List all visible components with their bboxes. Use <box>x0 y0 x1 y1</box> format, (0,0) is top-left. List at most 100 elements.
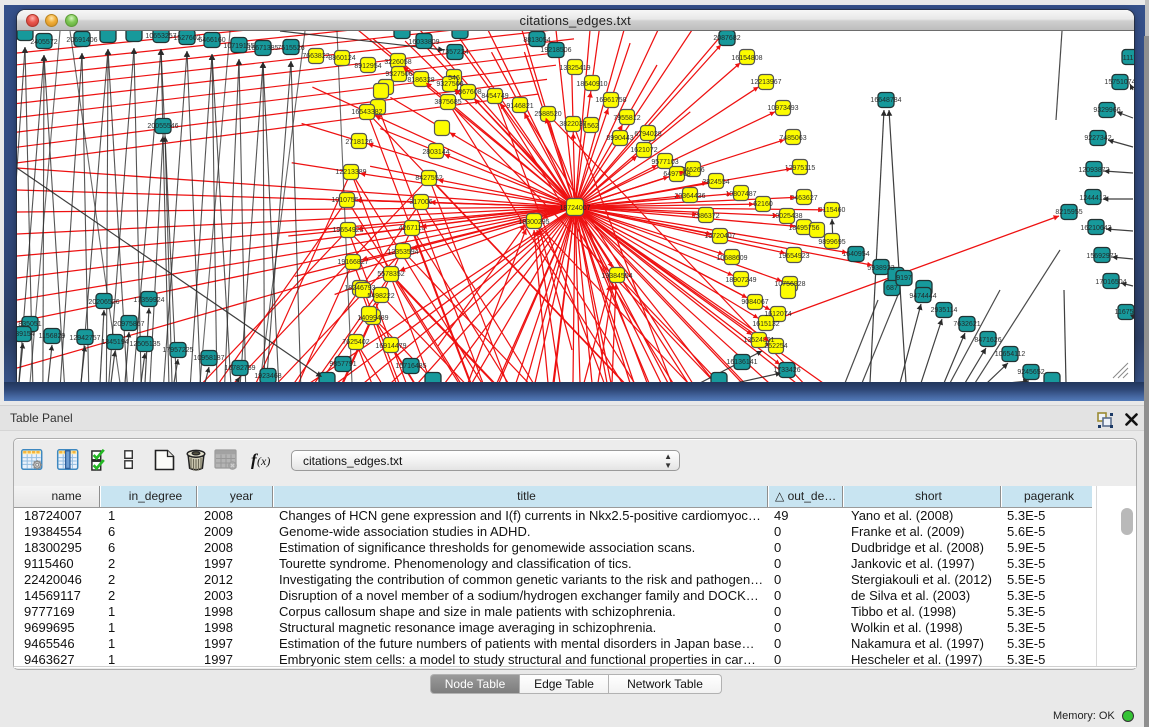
svg-text:18300295: 18300295 <box>518 219 549 226</box>
svg-text:14099489: 14099489 <box>357 315 388 322</box>
svg-text:7485063: 7485063 <box>779 135 806 142</box>
svg-text:1621072: 1621072 <box>630 147 657 154</box>
svg-text:2405572: 2405572 <box>30 39 57 46</box>
svg-text:9899695: 9899695 <box>818 239 845 246</box>
svg-text:18724007: 18724007 <box>559 205 590 212</box>
svg-text:10654112: 10654112 <box>994 351 1025 358</box>
svg-text:6466160: 6466160 <box>198 37 225 44</box>
svg-text:2087682: 2087682 <box>713 35 740 42</box>
svg-text:1923468: 1923468 <box>254 373 281 380</box>
svg-text:10025438: 10025438 <box>771 213 802 220</box>
svg-text:19218506: 19218506 <box>540 47 571 54</box>
svg-text:12213967: 12213967 <box>750 79 781 86</box>
svg-text:19654923: 19654923 <box>778 253 809 260</box>
svg-text:10958187: 10958187 <box>193 355 224 362</box>
svg-text:13325419: 13325419 <box>559 65 590 72</box>
svg-text:17016504: 17016504 <box>1095 279 1126 286</box>
svg-text:252254: 252254 <box>764 343 787 350</box>
svg-text:9115460: 9115460 <box>818 207 845 214</box>
svg-text:16033809: 16033809 <box>408 39 439 46</box>
svg-text:12213389: 12213389 <box>335 169 366 176</box>
svg-text:7625402: 7625402 <box>342 339 369 346</box>
svg-text:317006: 317006 <box>409 199 432 206</box>
svg-text:7632621: 7632621 <box>953 321 980 328</box>
svg-text:1615132: 1615132 <box>752 321 779 328</box>
svg-text:1612074: 1612074 <box>764 311 791 318</box>
svg-text:6794028: 6794028 <box>634 131 661 138</box>
svg-text:17359924: 17359924 <box>133 297 164 304</box>
svg-text:939154: 939154 <box>17 331 35 338</box>
svg-text:16782759: 16782759 <box>224 365 255 372</box>
svg-text:8427552: 8427552 <box>415 175 442 182</box>
svg-text:16961758: 16961758 <box>595 97 626 104</box>
svg-text:4267110: 4267110 <box>398 225 425 232</box>
svg-text:15692971: 15692971 <box>1086 253 1117 260</box>
svg-text:1562: 1562 <box>583 123 599 130</box>
svg-text:(x): (x) <box>257 454 270 468</box>
svg-text:2718126: 2718126 <box>345 139 372 146</box>
svg-text:8990443: 8990443 <box>606 135 633 142</box>
svg-text:16136141: 16136141 <box>726 359 757 366</box>
svg-text:19384554: 19384554 <box>601 273 632 280</box>
svg-text:3226058: 3226058 <box>384 59 411 66</box>
svg-text:15716485: 15716485 <box>395 363 426 370</box>
svg-text:9245652: 9245652 <box>1017 369 1044 376</box>
svg-text:7386372: 7386372 <box>692 213 719 220</box>
svg-text:7955812: 7955812 <box>613 115 640 122</box>
svg-text:10653257: 10653257 <box>145 33 176 40</box>
svg-text:20691406: 20691406 <box>66 37 97 44</box>
svg-text:1156829: 1156829 <box>38 333 65 340</box>
svg-text:62160: 62160 <box>753 201 773 208</box>
svg-text:18907249: 18907249 <box>725 277 756 284</box>
svg-text:16543382: 16543382 <box>351 109 382 116</box>
svg-text:15751074: 15751074 <box>1104 79 1134 86</box>
svg-text:9474444: 9474444 <box>909 293 936 300</box>
svg-text:5578352: 5578352 <box>377 271 404 278</box>
svg-text:16210643: 16210643 <box>1080 225 1111 232</box>
svg-text:10756928: 10756928 <box>774 281 805 288</box>
svg-text:5498222: 5498222 <box>367 293 394 300</box>
svg-text:9329966: 9329966 <box>1093 107 1120 114</box>
svg-text:687: 687 <box>886 285 898 292</box>
svg-text:3875685: 3875685 <box>434 99 461 106</box>
svg-text:1345194: 1345194 <box>101 339 128 346</box>
svg-text:16648784: 16648784 <box>870 97 901 104</box>
svg-text:1244413: 1244413 <box>1079 195 1106 202</box>
svg-text:20975867: 20975867 <box>113 321 144 328</box>
svg-text:17957225: 17957225 <box>162 347 193 354</box>
svg-text:16914479: 16914479 <box>375 343 406 350</box>
svg-text:7515526: 7515526 <box>277 45 304 52</box>
svg-text:7357224: 7357224 <box>441 49 468 56</box>
svg-text:8215955: 8215955 <box>1055 209 1082 216</box>
svg-text:2588520: 2588520 <box>534 111 561 118</box>
svg-text:9577103: 9577103 <box>651 159 678 166</box>
svg-text:9084067: 9084067 <box>741 299 768 306</box>
svg-text:12353594: 12353594 <box>387 249 418 256</box>
svg-text:20055546: 20055546 <box>147 123 178 130</box>
svg-text:835051: 835051 <box>18 321 41 328</box>
svg-text:8454749: 8454749 <box>481 93 508 100</box>
svg-text:9327508: 9327508 <box>436 81 463 88</box>
svg-text:2935114: 2935114 <box>930 307 957 314</box>
svg-text:16671385: 16671385 <box>247 45 278 52</box>
svg-text:1117: 1117 <box>1122 55 1133 62</box>
svg-text:10688609: 10688609 <box>716 255 747 262</box>
svg-text:12093872: 12093872 <box>1078 167 1109 174</box>
svg-text:9197: 9197 <box>896 275 912 282</box>
svg-text:9463627: 9463627 <box>790 195 817 202</box>
svg-text:8813054: 8813054 <box>523 37 550 44</box>
svg-text:8471626: 8471626 <box>974 337 1001 344</box>
svg-text:20206526: 20206526 <box>88 299 119 306</box>
svg-text:7663822: 7663822 <box>302 53 329 60</box>
svg-text:10973493: 10973493 <box>767 105 798 112</box>
svg-text:18640910: 18640910 <box>576 81 607 88</box>
svg-text:12505135: 12505135 <box>129 341 160 348</box>
svg-text:9146821: 9146821 <box>506 103 533 110</box>
svg-text:9857791: 9857791 <box>329 361 356 368</box>
svg-text:18246793: 18246793 <box>344 285 375 292</box>
svg-text:16154808: 16154808 <box>731 55 762 62</box>
svg-text:8186328: 8186328 <box>407 77 434 84</box>
svg-text:8912954: 8912954 <box>354 63 381 70</box>
svg-text:12942757: 12942757 <box>69 335 100 342</box>
svg-text:9227342: 9227342 <box>1084 135 1111 142</box>
